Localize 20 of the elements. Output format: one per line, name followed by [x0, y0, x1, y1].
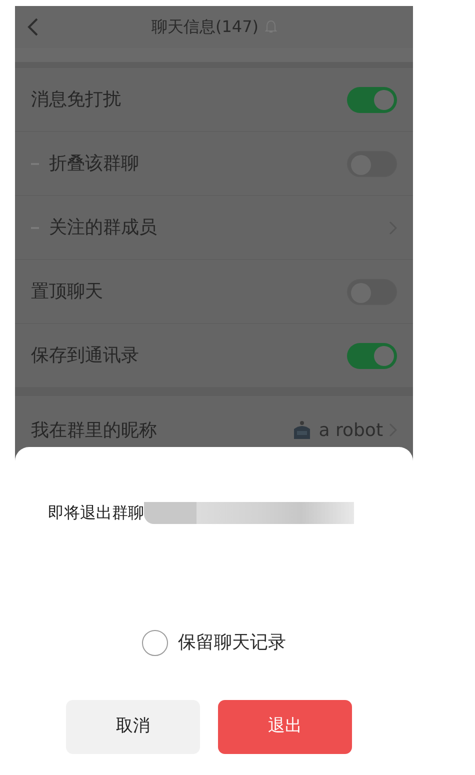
row-label: 折叠该群聊: [49, 152, 139, 176]
toggle-switch[interactable]: [347, 86, 397, 112]
row-label: 置顶聊天: [31, 280, 103, 304]
settings-row[interactable]: 关注的群成员: [15, 196, 413, 260]
row-label: 消息免打扰: [31, 88, 121, 112]
row-label: 关注的群成员: [49, 216, 157, 240]
dialog-message: 即将退出群聊: [48, 502, 144, 524]
option-label[interactable]: 保留聊天记录: [178, 629, 286, 656]
row-label: 保存到通讯录: [31, 344, 139, 368]
screen-title: 聊天信息(147): [151, 16, 259, 38]
cancel-button[interactable]: 取消: [66, 700, 200, 754]
exit-button[interactable]: 退出: [218, 700, 352, 754]
row-label: 我在群里的昵称: [31, 418, 157, 442]
nickname-value: a robot: [318, 418, 383, 442]
settings-row[interactable]: 置顶聊天: [15, 260, 413, 324]
settings-row[interactable]: 消息免打扰: [15, 68, 413, 132]
settings-row[interactable]: 折叠该群聊: [15, 132, 413, 196]
radio-button[interactable]: [142, 630, 168, 656]
toggle-switch[interactable]: [347, 342, 397, 368]
back-icon[interactable]: [27, 17, 39, 37]
